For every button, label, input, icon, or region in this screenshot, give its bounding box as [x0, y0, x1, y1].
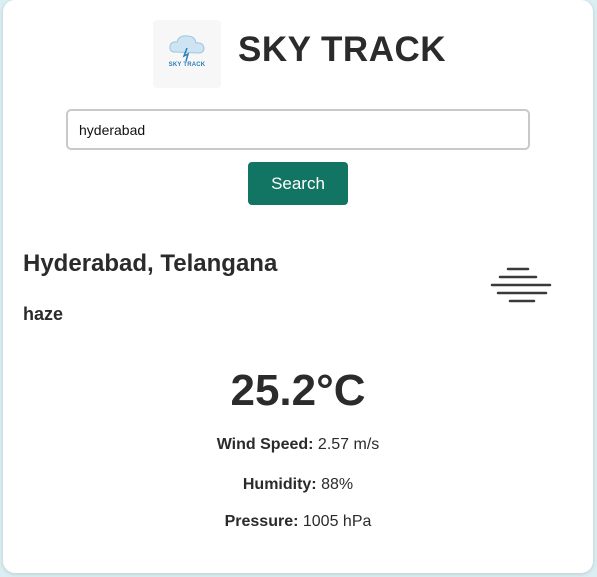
humidity-value: 88%: [321, 476, 354, 493]
search-button[interactable]: Search: [248, 162, 348, 205]
app-logo: SKY TRACK: [153, 20, 221, 88]
humidity-row: Humidity: 88%: [3, 476, 593, 494]
weather-condition: haze: [23, 304, 64, 324]
weather-card: SKY TRACK SKY TRACK Search Hyderabad, Te…: [3, 0, 593, 573]
app-title: SKY TRACK: [238, 30, 447, 69]
cloud-icon: [169, 35, 205, 62]
humidity-label: Humidity:: [242, 476, 317, 493]
search-input[interactable]: [66, 109, 530, 150]
logo-text: SKY TRACK: [168, 62, 206, 68]
temperature: 25.2°C: [230, 366, 366, 415]
wind-speed-label: Wind Speed:: [216, 436, 314, 453]
pressure-value: 1005 hPa: [302, 513, 372, 530]
haze-icon: [490, 267, 552, 303]
pressure-label: Pressure:: [224, 513, 299, 530]
pressure-row: Pressure: 1005 hPa: [3, 513, 593, 531]
location-name: Hyderabad, Telangana: [23, 250, 278, 277]
wind-speed-value: 2.57 m/s: [317, 436, 380, 453]
wind-speed-row: Wind Speed: 2.57 m/s: [3, 436, 593, 454]
